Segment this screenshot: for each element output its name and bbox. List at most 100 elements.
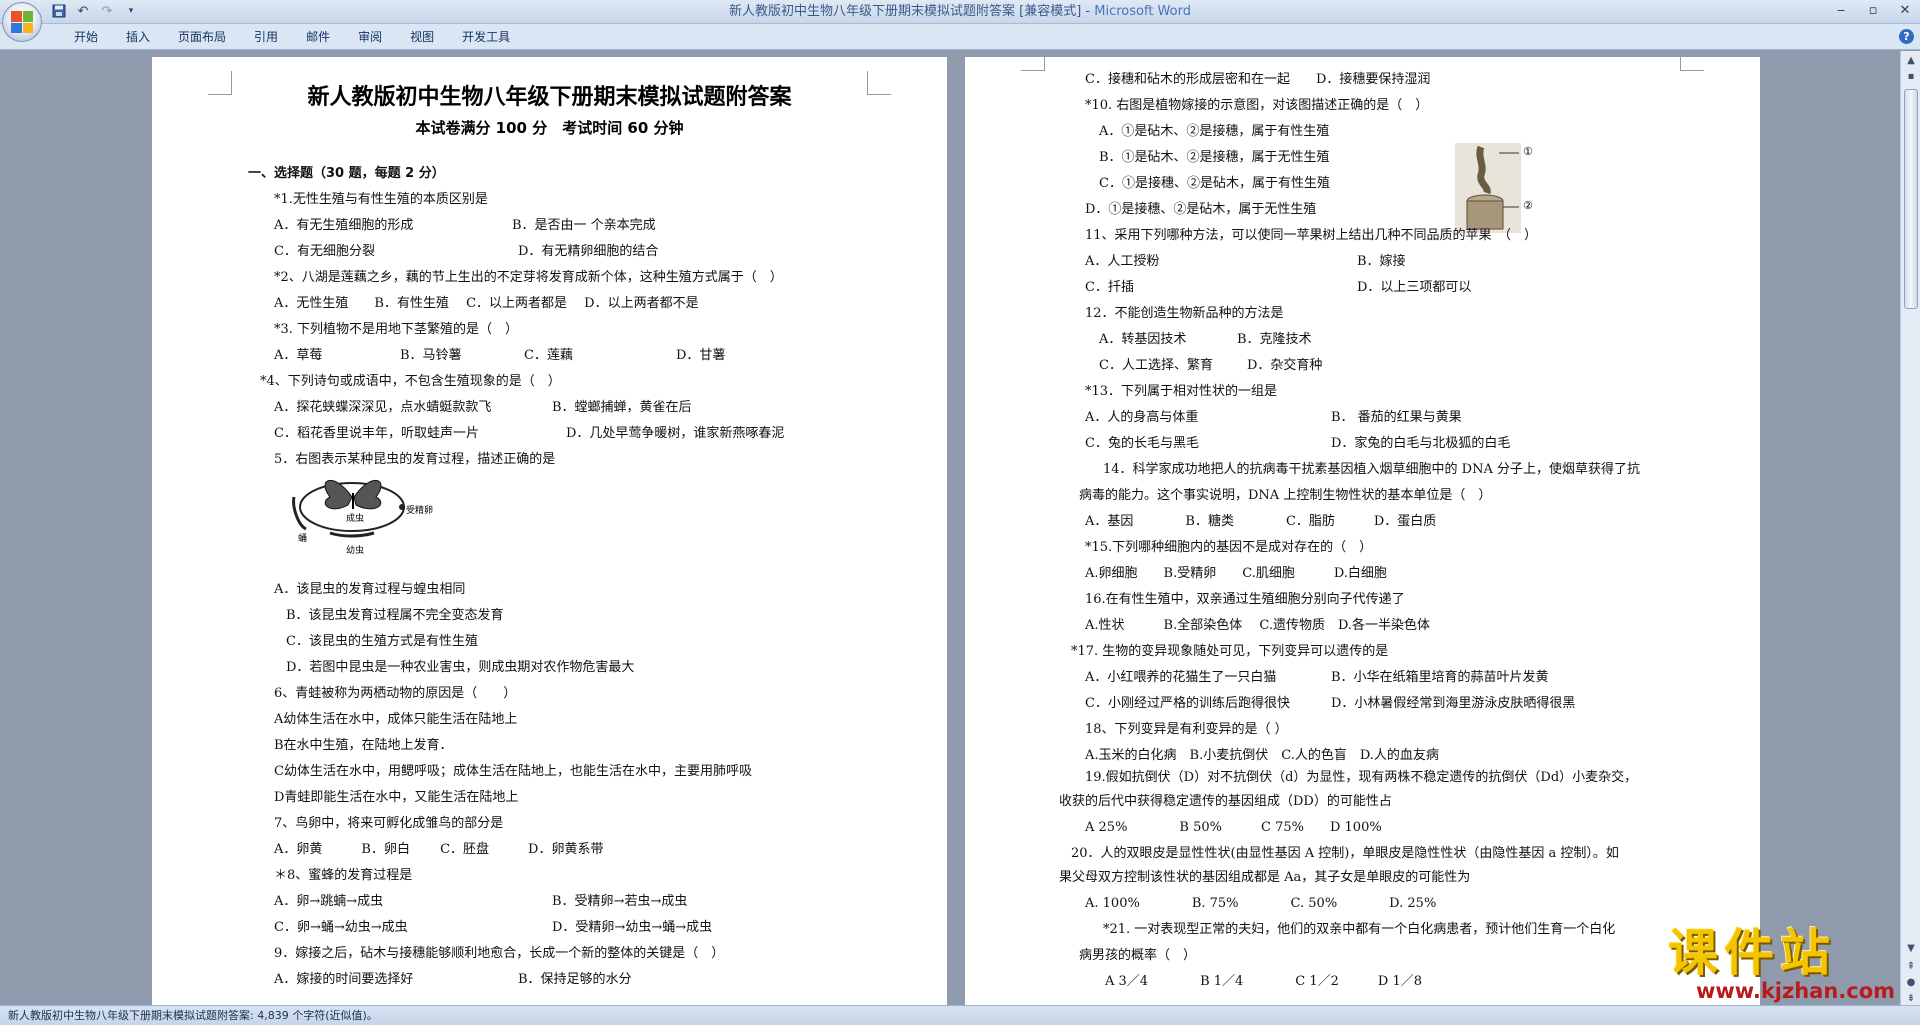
question-line: 病男孩的概率（ ） [1079, 948, 1197, 963]
watermark-main-text: 课件站 [1668, 924, 1836, 982]
browse-object-icon[interactable]: ● [1903, 975, 1919, 991]
document-page-left[interactable]: 新人教版初中生物八年级下册期末模拟试题附答案 本试卷满分 100 分 考试时间 … [152, 57, 947, 1005]
option-line: A．人工授粉 [1085, 254, 1160, 269]
question-line: 16.在有性生殖中，双亲通过生殖细胞分别向子代传递了 [1085, 592, 1405, 607]
question-line: 6、青蛙被称为两栖动物的原因是（ ） [274, 686, 517, 701]
option-line: A．嫁接的时间要选择好 [274, 972, 414, 987]
option-line: D．有无精卵细胞的结合 [518, 244, 659, 259]
status-bar: 新人教版初中生物八年级下册期末模拟试题附答案: 4,839 个字符(近似值)。 [0, 1005, 1920, 1025]
question-line: 18、下列变异是有利变异的是（ ） [1085, 722, 1288, 737]
tab-developer[interactable]: 开发工具 [448, 28, 524, 46]
tab-review[interactable]: 审阅 [344, 28, 396, 46]
option-line: D．①是接穗、②是砧木，属于无性生殖 [1085, 202, 1317, 217]
option-line: A.性状 B.全部染色体 C.遗传物质 D.各一半染色体 [1085, 618, 1431, 633]
office-button-icon [11, 11, 33, 33]
tab-page-layout[interactable]: 页面布局 [164, 28, 240, 46]
option-line: A．基因 B．糖类 C．脂肪 D．蛋白质 [1085, 514, 1437, 529]
close-icon[interactable]: ✕ [1896, 2, 1914, 20]
scroll-up-icon[interactable]: ▲ [1903, 53, 1919, 69]
option-line: D青蛙即能生活在水中，又能生活在陆地上 [274, 790, 519, 805]
option-line: B．小华在纸箱里培育的蒜苗叶片发黄 [1331, 670, 1549, 685]
previous-page-icon[interactable]: ⇞ [1903, 959, 1919, 975]
section-heading: 一、选择题（30 题，每题 2 分） [248, 166, 445, 181]
option-line: A幼体生活在水中，成体只能生活在陆地上 [274, 712, 518, 727]
title-bar: 新人教版初中生物八年级下册期末模拟试题附答案 [兼容模式] - Microsof… [0, 0, 1920, 24]
margin-corner-mark [1680, 57, 1704, 71]
redo-icon[interactable]: ↷ [98, 3, 116, 19]
question-line: 12．不能创造生物新品种的方法是 [1085, 306, 1284, 321]
document-title-heading: 新人教版初中生物八年级下册期末模拟试题附答案 [307, 84, 792, 110]
option-line: A 3／4 B 1／4 C 1／2 D 1／8 [1105, 974, 1423, 989]
option-line: B．是否由一 个亲本完成 [512, 218, 656, 233]
option-line: A．转基因技术 [1099, 332, 1187, 347]
undo-icon[interactable]: ↶ [74, 3, 92, 19]
tab-home[interactable]: 开始 [60, 28, 112, 46]
scroll-down-icon[interactable]: ▼ [1903, 941, 1919, 957]
maximize-icon[interactable]: ▫ [1864, 2, 1882, 20]
option-line: A．卵→跳蝻→成虫 [274, 894, 384, 909]
option-line: C．接穗和砧木的形成层密和在一起 D．接穗要保持湿润 [1085, 72, 1431, 87]
option-line: B．该昆虫发育过程属不完全变态发育 [286, 608, 504, 623]
question-line: *2、八湖是莲藕之乡，藕的节上生出的不定芽将发育成新个体，这种生殖方式属于（ ） [274, 270, 783, 285]
office-button[interactable] [2, 2, 42, 42]
minimize-icon[interactable]: ‒ [1832, 2, 1850, 20]
question-line: *3. 下列植物不是用地下茎繁殖的是（ ） [274, 322, 519, 337]
window-controls: ‒ ▫ ✕ [1832, 2, 1914, 20]
option-line: C幼体生活在水中，用鳃呼吸；成体生活在陆地上，也能生活在水中，主要用肺呼吸 [274, 764, 752, 779]
option-line: B．①是砧木、②是接穗，属于无性生殖 [1099, 150, 1330, 165]
option-line: C．稻花香里说丰年，听取蛙声一片 [274, 426, 479, 441]
option-line: A．卵黄 B．卵白 C．胚盘 D．卵黄系带 [274, 842, 604, 857]
option-line: A．探花蛱蝶深深见，点水蜻蜓款款飞 [274, 400, 492, 415]
option-line: B．保持足够的水分 [518, 972, 632, 987]
question-line: 收获的后代中获得稳定遗传的基因组成（DD）的可能性占 [1059, 794, 1392, 809]
question-line: 20．人的双眼皮是显性性状(由显性基因 A 控制)，单眼皮是隐性性状（由隐性基因… [1071, 846, 1619, 861]
tab-references[interactable]: 引用 [240, 28, 292, 46]
question-line: *21. 一对表现型正常的夫妇，他们的双亲中都有一个白化病患者，预计他们生育一个… [1103, 922, 1616, 937]
watermark-logo: 课件站 www.kjzhan.com [1668, 925, 1898, 1005]
option-line: A．无性生殖 B．有性生殖 C．以上两者都是 D．以上两者都不是 [274, 296, 699, 311]
option-line: C．莲藕 [524, 348, 573, 363]
fig-label-larva: 幼虫 [346, 546, 365, 556]
option-line: A．草莓 [274, 348, 323, 363]
option-line: A. 100% B. 75% C. 50% D. 25% [1085, 896, 1437, 911]
document-area[interactable]: 新人教版初中生物八年级下册期末模拟试题附答案 本试卷满分 100 分 考试时间 … [0, 51, 1900, 1005]
app-name: Microsoft Word [1094, 4, 1191, 19]
question-line: 11、采用下列哪种方法，可以使同一苹果树上结出几种不同品质的苹果 （ ） [1085, 228, 1538, 243]
tab-view[interactable]: 视图 [396, 28, 448, 46]
option-line: D．受精卵→幼虫→蛹→成虫 [552, 920, 713, 935]
question-line: 果父母双方控制该性状的基因组成都是 Aa，其子女是单眼皮的可能性为 [1059, 870, 1471, 885]
tab-insert[interactable]: 插入 [112, 28, 164, 46]
question-line: 9．嫁接之后，砧木与接穗能够顺利地愈合，长成一个新的整体的关键是（ ） [274, 946, 725, 961]
option-line: A．有无生殖细胞的形成 [274, 218, 414, 233]
question-line: 14．科学家成功地把人的抗病毒干扰素基因植入烟草细胞中的 DNA 分子上，使烟草… [1103, 462, 1640, 477]
question-line: 病毒的能力。这个事实说明，DNA 上控制生物性状的基本单位是（ ） [1079, 488, 1492, 503]
question-line: *1.无性生殖与有性生殖的本质区别是 [274, 192, 488, 207]
tab-mailings[interactable]: 邮件 [292, 28, 344, 46]
status-word-count[interactable]: 新人教版初中生物八年级下册期末模拟试题附答案: 4,839 个字符(近似值)。 [8, 1008, 378, 1024]
document-page-right[interactable]: C．接穗和砧木的形成层密和在一起 D．接穗要保持湿润 *10. 右图是植物嫁接的… [965, 57, 1760, 1005]
fig-label-1: ① [1523, 145, 1533, 158]
fig-label-pupa: 蛹 [298, 534, 308, 544]
option-line: C．有无细胞分裂 [274, 244, 375, 259]
document-subtitle: 本试卷满分 100 分 考试时间 60 分钟 [415, 119, 684, 137]
help-icon[interactable]: ? [1899, 29, 1914, 44]
option-line: C．①是接穗、②是砧木，属于有性生殖 [1099, 176, 1330, 191]
scrollbar-thumb[interactable] [1904, 89, 1918, 309]
option-line: B．受精卵→若虫→成虫 [552, 894, 688, 909]
option-line: A．小红喂养的花猫生了一只白猫 [1085, 670, 1277, 685]
option-line: A.玉米的白化病 B.小麦抗倒伏 C.人的色盲 D.人的血友病 [1085, 748, 1439, 763]
option-line: D．以上三项都可以 [1357, 280, 1472, 295]
margin-corner-mark [1021, 57, 1045, 71]
customize-qat-icon[interactable]: ▾ [122, 3, 140, 19]
question-line: 7、鸟卵中，将来可孵化成雏鸟的部分是 [274, 816, 504, 831]
question-line: ＊8、蜜蜂的发育过程是 [274, 868, 413, 883]
save-icon[interactable] [50, 3, 68, 19]
option-line: C．卵→蛹→幼虫→成虫 [274, 920, 408, 935]
ruler-toggle-icon[interactable]: ▪ [1903, 69, 1919, 85]
option-line: D．几处早莺争暖树，谁家新燕啄春泥 [566, 426, 785, 441]
watermark-url: www.kjzhan.com [1696, 979, 1896, 1003]
question-line: 19.假如抗倒伏（D）对不抗倒伏（d）为显性，现有两株不稳定遗传的抗倒伏（Dd）… [1085, 770, 1638, 785]
option-line: A．该昆虫的发育过程与蝗虫相同 [274, 582, 466, 597]
vertical-scrollbar[interactable]: ▲ ▪ ▼ ⇞ ● ⇟ [1900, 51, 1920, 1005]
option-line: B．嫁接 [1357, 254, 1406, 269]
